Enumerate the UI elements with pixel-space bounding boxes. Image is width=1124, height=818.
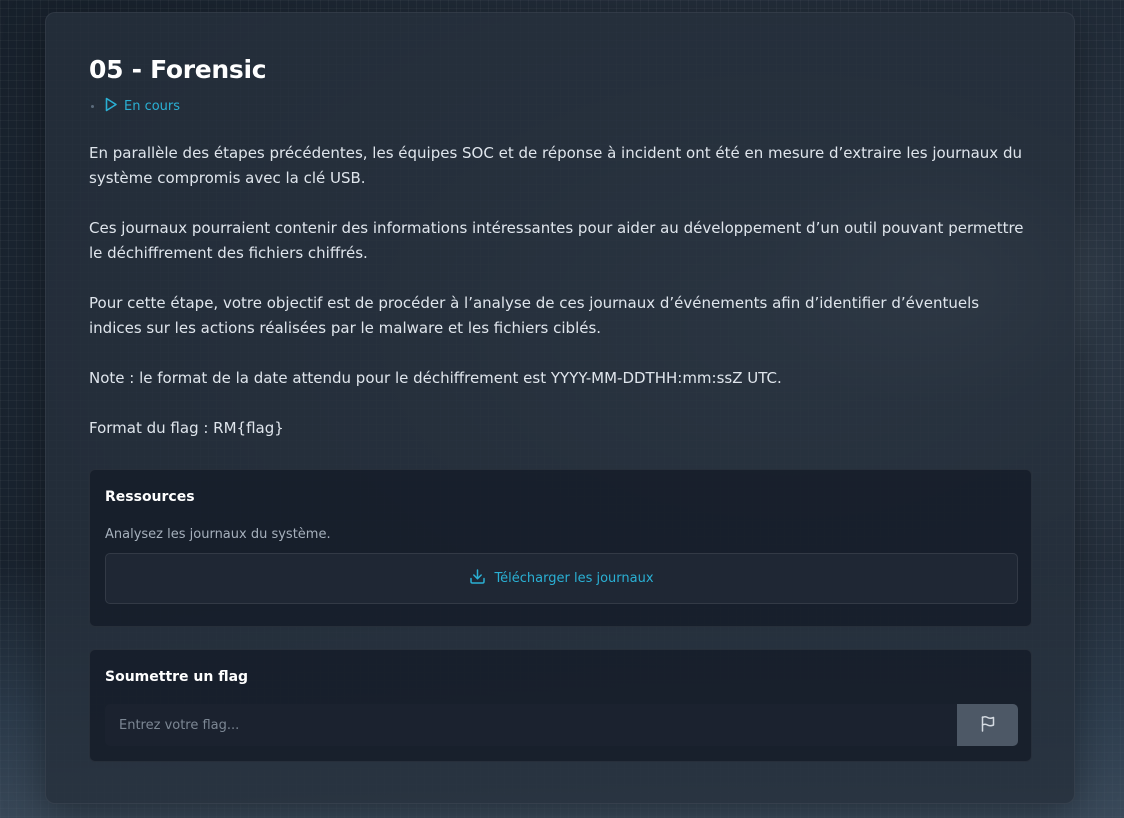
submit-flag-panel: Soumettre un flag [89,649,1032,762]
description-paragraph: En parallèle des étapes précédentes, les… [89,144,1022,187]
download-logs-label: Télécharger les journaux [494,571,654,586]
flag-input-row [105,704,1018,746]
status-label: En cours [124,99,181,114]
submit-flag-button[interactable] [957,704,1018,746]
submit-flag-title: Soumettre un flag [105,669,249,685]
resources-panel: Ressources Analysez les journaux du syst… [89,469,1032,627]
resources-title: Ressources [105,489,195,505]
challenge-card: 05 - Forensic En cours En parallèle des … [45,12,1075,804]
challenge-description: En parallèle des étapes précédentes, les… [89,141,1034,466]
download-logs-button[interactable]: Télécharger les journaux [105,553,1018,604]
status-badge: En cours [89,97,180,116]
description-paragraph: Pour cette étape, votre objectif est de … [89,294,980,337]
flag-input[interactable] [105,704,957,746]
flag-format-note: Format du flag : RM{flag} [89,419,284,437]
date-format-note: Note : le format de la date attendu pour… [89,369,782,387]
play-icon [104,97,124,116]
description-paragraph: Ces journaux pourraient contenir des inf… [89,219,1024,262]
flag-icon [980,715,996,735]
download-icon [469,568,494,589]
resources-description: Analysez les journaux du système. [105,527,331,542]
status-separator-dot [91,105,94,108]
challenge-title: 05 - Forensic [89,55,267,84]
